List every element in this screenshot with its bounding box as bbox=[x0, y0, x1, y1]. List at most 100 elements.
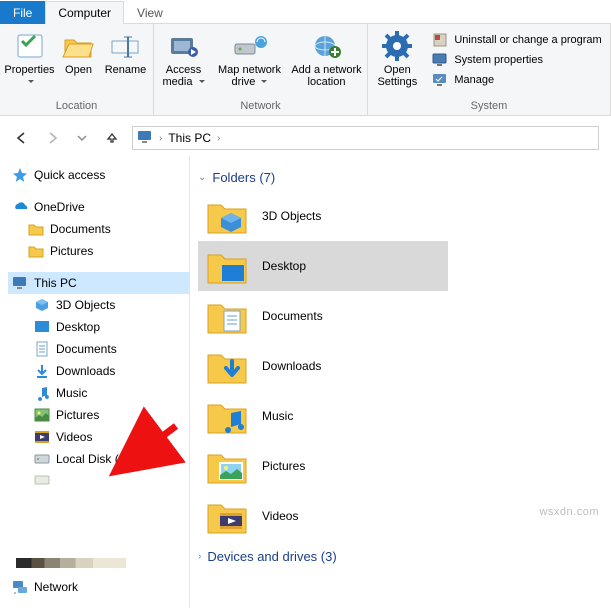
folder-label: Downloads bbox=[262, 359, 321, 373]
3d-objects-folder-icon bbox=[206, 195, 248, 237]
folder-icon bbox=[28, 221, 44, 237]
tree-pictures[interactable]: Pictures bbox=[8, 404, 189, 426]
tree-label: OneDrive bbox=[34, 200, 85, 214]
quick-access-icon bbox=[12, 167, 28, 183]
videos-icon bbox=[34, 429, 50, 445]
folder-desktop[interactable]: Desktop bbox=[198, 241, 448, 291]
chevron-right-icon: › bbox=[159, 133, 162, 144]
rename-icon bbox=[110, 30, 142, 62]
folder-icon bbox=[28, 243, 44, 259]
dropdown-icon bbox=[25, 76, 34, 88]
downloads-folder-icon bbox=[206, 345, 248, 387]
chevron-right-icon: › bbox=[217, 133, 220, 144]
rename-button[interactable]: Rename bbox=[101, 28, 151, 76]
uninstall-icon bbox=[432, 32, 448, 48]
group-label-system: System bbox=[471, 97, 508, 115]
breadcrumb-this-pc[interactable]: This PC bbox=[168, 131, 211, 145]
map-drive-label: Map network drive bbox=[218, 64, 281, 88]
tab-file[interactable]: File bbox=[0, 1, 45, 24]
tree-onedrive-pictures[interactable]: Pictures bbox=[8, 240, 189, 262]
folder-3d-objects[interactable]: 3D Objects bbox=[198, 191, 603, 241]
tab-bar: File Computer View bbox=[0, 0, 611, 24]
folder-label: Music bbox=[262, 409, 293, 423]
ribbon-group-system: Open Settings Uninstall or change a prog… bbox=[368, 24, 611, 115]
tree-onedrive-documents[interactable]: Documents bbox=[8, 218, 189, 240]
tree-desktop[interactable]: Desktop bbox=[8, 316, 189, 338]
up-button[interactable] bbox=[102, 128, 122, 148]
open-settings-button[interactable]: Open Settings bbox=[370, 28, 424, 88]
section-folders-header[interactable]: ⌄ Folders (7) bbox=[198, 170, 603, 185]
tree-network[interactable]: Network bbox=[8, 576, 178, 598]
manage-icon bbox=[432, 72, 448, 88]
breadcrumb[interactable]: › This PC › bbox=[132, 126, 599, 150]
folder-label: Videos bbox=[262, 509, 298, 523]
map-network-drive-button[interactable]: Map network drive bbox=[214, 28, 286, 88]
properties-icon bbox=[14, 30, 46, 62]
tree-label: Videos bbox=[56, 430, 92, 444]
dropdown-icon bbox=[196, 76, 205, 88]
manage-button[interactable]: Manage bbox=[432, 72, 601, 88]
disk-icon bbox=[34, 472, 50, 488]
map-drive-icon bbox=[234, 30, 266, 62]
content-pane: ⌄ Folders (7) 3D Objects Desktop Documen… bbox=[190, 156, 611, 608]
forward-button[interactable] bbox=[42, 128, 62, 148]
folder-documents[interactable]: Documents bbox=[198, 291, 603, 341]
system-properties-icon bbox=[432, 52, 448, 68]
folder-label: Desktop bbox=[262, 259, 306, 273]
tab-computer[interactable]: Computer bbox=[45, 1, 124, 24]
tree-label: Local Disk (C:) bbox=[56, 452, 135, 466]
folder-label: Documents bbox=[262, 309, 323, 323]
tab-view[interactable]: View bbox=[124, 1, 176, 24]
folder-music[interactable]: Music bbox=[198, 391, 603, 441]
pictures-icon bbox=[34, 407, 50, 423]
manage-label: Manage bbox=[454, 74, 494, 86]
ribbon-group-location: Properties Open Rename Location bbox=[0, 24, 154, 115]
tree-onedrive[interactable]: OneDrive bbox=[8, 196, 189, 218]
back-button[interactable] bbox=[12, 128, 32, 148]
tree-documents[interactable]: Documents bbox=[8, 338, 189, 360]
uninstall-label: Uninstall or change a program bbox=[454, 34, 601, 46]
folder-downloads[interactable]: Downloads bbox=[198, 341, 603, 391]
downloads-icon bbox=[34, 363, 50, 379]
tree-videos[interactable]: Videos bbox=[8, 426, 189, 448]
tree-label: 3D Objects bbox=[56, 298, 115, 312]
access-media-icon bbox=[168, 30, 200, 62]
onedrive-icon bbox=[12, 199, 28, 215]
navigation-pane: Quick access OneDrive Documents Pictures… bbox=[0, 156, 190, 608]
music-icon bbox=[34, 385, 50, 401]
tree-this-pc[interactable]: This PC bbox=[8, 272, 189, 294]
tree-quick-access[interactable]: Quick access bbox=[8, 164, 189, 186]
desktop-folder-icon bbox=[206, 245, 248, 287]
tree-label: Pictures bbox=[56, 408, 99, 422]
ribbon: Properties Open Rename Location bbox=[0, 24, 611, 116]
add-network-location-button[interactable]: Add a network location bbox=[288, 28, 366, 88]
add-location-label: Add a network location bbox=[291, 64, 361, 88]
chevron-down-icon: ⌄ bbox=[198, 172, 206, 183]
section-folders-label: Folders (7) bbox=[212, 170, 275, 185]
disk-icon bbox=[34, 451, 50, 467]
tree-label: Network bbox=[34, 580, 78, 594]
tree-music[interactable]: Music bbox=[8, 382, 189, 404]
folder-pictures[interactable]: Pictures bbox=[198, 441, 603, 491]
tree-label: Quick access bbox=[34, 168, 105, 182]
tree-label: Pictures bbox=[50, 244, 93, 258]
tree-local-disk-c[interactable]: Local Disk (C:) bbox=[8, 448, 189, 470]
section-devices-label: Devices and drives (3) bbox=[207, 549, 336, 564]
add-location-icon bbox=[311, 30, 343, 62]
section-devices-header[interactable]: › Devices and drives (3) bbox=[198, 549, 603, 564]
open-button[interactable]: Open bbox=[59, 28, 99, 76]
uninstall-program-button[interactable]: Uninstall or change a program bbox=[432, 32, 601, 48]
color-stripe-decoration bbox=[16, 558, 126, 568]
group-label-network: Network bbox=[240, 97, 280, 115]
recent-locations-button[interactable] bbox=[72, 128, 92, 148]
properties-label: Properties bbox=[4, 64, 54, 76]
tree-downloads[interactable]: Downloads bbox=[8, 360, 189, 382]
pictures-folder-icon bbox=[206, 445, 248, 487]
access-media-button[interactable]: Access media bbox=[156, 28, 212, 88]
network-icon bbox=[12, 579, 28, 595]
system-properties-button[interactable]: System properties bbox=[432, 52, 601, 68]
tree-3d-objects[interactable]: 3D Objects bbox=[8, 294, 189, 316]
group-label-location: Location bbox=[56, 97, 98, 115]
properties-button[interactable]: Properties bbox=[3, 28, 57, 88]
music-folder-icon bbox=[206, 395, 248, 437]
